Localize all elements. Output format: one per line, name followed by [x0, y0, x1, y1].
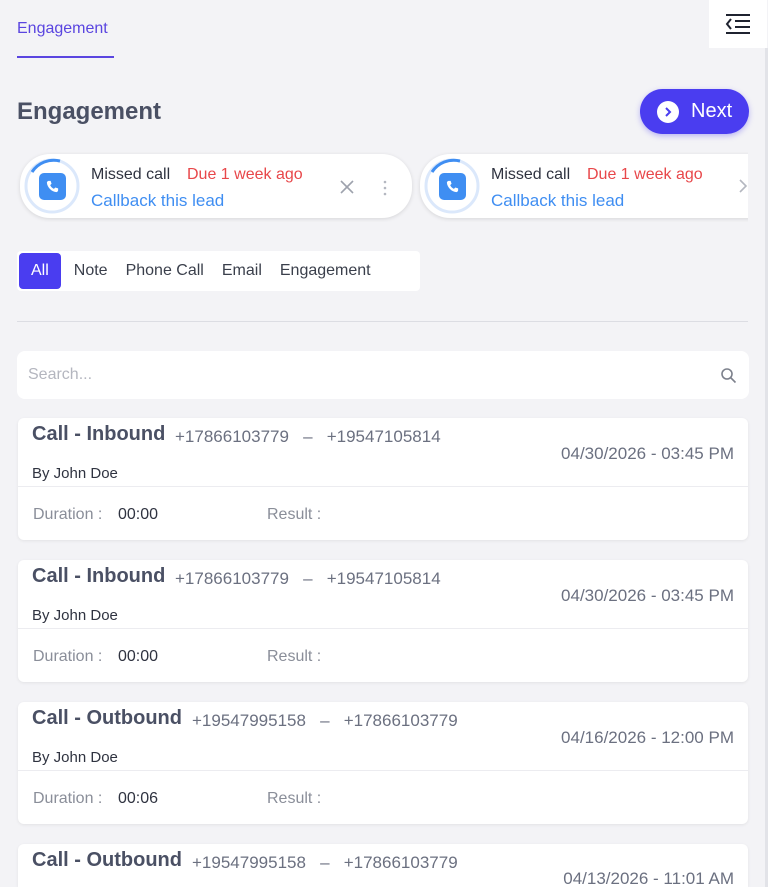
engagement-card[interactable]: Call - Outbound +19547995158 – +17866103…: [18, 702, 748, 824]
menu-toggle-button[interactable]: [709, 0, 767, 48]
play-circle-icon: [657, 100, 679, 123]
engagement-title: Call - Inbound: [32, 423, 166, 445]
result-label: Result :: [267, 648, 322, 665]
engagement-title: Call - Outbound: [32, 849, 182, 871]
engagement-author: By John Doe: [32, 749, 118, 766]
engagement-title: Call - Outbound: [32, 707, 182, 729]
duration-value: 00:00: [118, 648, 159, 665]
task-card[interactable]: Missed call Due 1 week ago Callback this…: [420, 154, 748, 218]
duration-value: 00:06: [118, 790, 159, 807]
result-label: Result :: [267, 790, 322, 807]
engagement-phones: +17866103779 – +19547105814: [175, 569, 441, 588]
engagement-date: 04/30/2026 - 03:45 PM: [561, 444, 734, 463]
task-type: Missed call: [491, 166, 571, 183]
engagement-phones: +17866103779 – +19547105814: [175, 427, 441, 446]
page-title: Engagement: [17, 98, 162, 125]
filter-tab-all[interactable]: All: [19, 253, 61, 289]
chevron-right-icon[interactable]: [738, 178, 748, 194]
nav-tab-underline: [17, 56, 114, 58]
close-icon[interactable]: [338, 178, 356, 196]
task-card[interactable]: Missed call Due 1 week ago Callback this…: [20, 154, 412, 218]
search-box: [17, 351, 749, 399]
engagement-card[interactable]: Call - Inbound +17866103779 – +195471058…: [18, 418, 748, 540]
engagement-phones: +19547995158 – +17866103779: [192, 711, 458, 730]
next-button[interactable]: Next: [640, 89, 749, 134]
engagement-date: 04/13/2026 - 11:01 AM: [563, 869, 734, 887]
filter-tab-phone-call[interactable]: Phone Call: [117, 253, 213, 289]
result-label: Result :: [267, 506, 322, 523]
engagement-date: 04/30/2026 - 03:45 PM: [561, 586, 734, 605]
engagement-separator: [18, 486, 748, 487]
task-type: Missed call: [91, 166, 171, 183]
filter-tab-note[interactable]: Note: [65, 253, 117, 289]
section-divider: [17, 321, 748, 322]
task-progress-ring: [24, 158, 80, 214]
more-vertical-icon[interactable]: [383, 180, 387, 196]
nav-tab-engagement[interactable]: Engagement: [17, 20, 108, 38]
filter-bar: All Note Phone Call Email Engagement: [17, 251, 420, 291]
engagement-phones: +19547995158 – +17866103779: [192, 853, 458, 872]
next-button-label: Next: [691, 100, 733, 122]
task-due: Due 1 week ago: [587, 166, 703, 183]
task-action-link[interactable]: Callback this lead: [491, 191, 624, 211]
search-input[interactable]: [28, 351, 708, 399]
engagement-author: By John Doe: [32, 465, 118, 482]
engagement-card[interactable]: Call - Inbound +17866103779 – +195471058…: [18, 560, 748, 682]
phone-icon: [39, 173, 66, 200]
phone-icon: [439, 173, 466, 200]
task-progress-ring: [424, 158, 480, 214]
engagement-date: 04/16/2026 - 12:00 PM: [561, 728, 734, 747]
filter-tab-email[interactable]: Email: [213, 253, 271, 289]
task-action-link[interactable]: Callback this lead: [91, 191, 224, 211]
duration-label: Duration :: [33, 790, 103, 807]
engagement-card[interactable]: Call - Outbound +19547995158 – +17866103…: [18, 844, 748, 887]
duration-value: 00:00: [118, 506, 159, 523]
engagement-title: Call - Inbound: [32, 565, 166, 587]
engagement-separator: [18, 770, 748, 771]
menu-collapse-icon: [725, 14, 750, 34]
filter-tab-engagement[interactable]: Engagement: [271, 253, 380, 289]
duration-label: Duration :: [33, 648, 103, 665]
search-icon[interactable]: [720, 367, 737, 384]
task-strip: Missed call Due 1 week ago Callback this…: [0, 152, 748, 222]
duration-label: Duration :: [33, 506, 103, 523]
engagement-separator: [18, 628, 748, 629]
engagement-author: By John Doe: [32, 607, 118, 624]
task-due: Due 1 week ago: [187, 166, 303, 183]
